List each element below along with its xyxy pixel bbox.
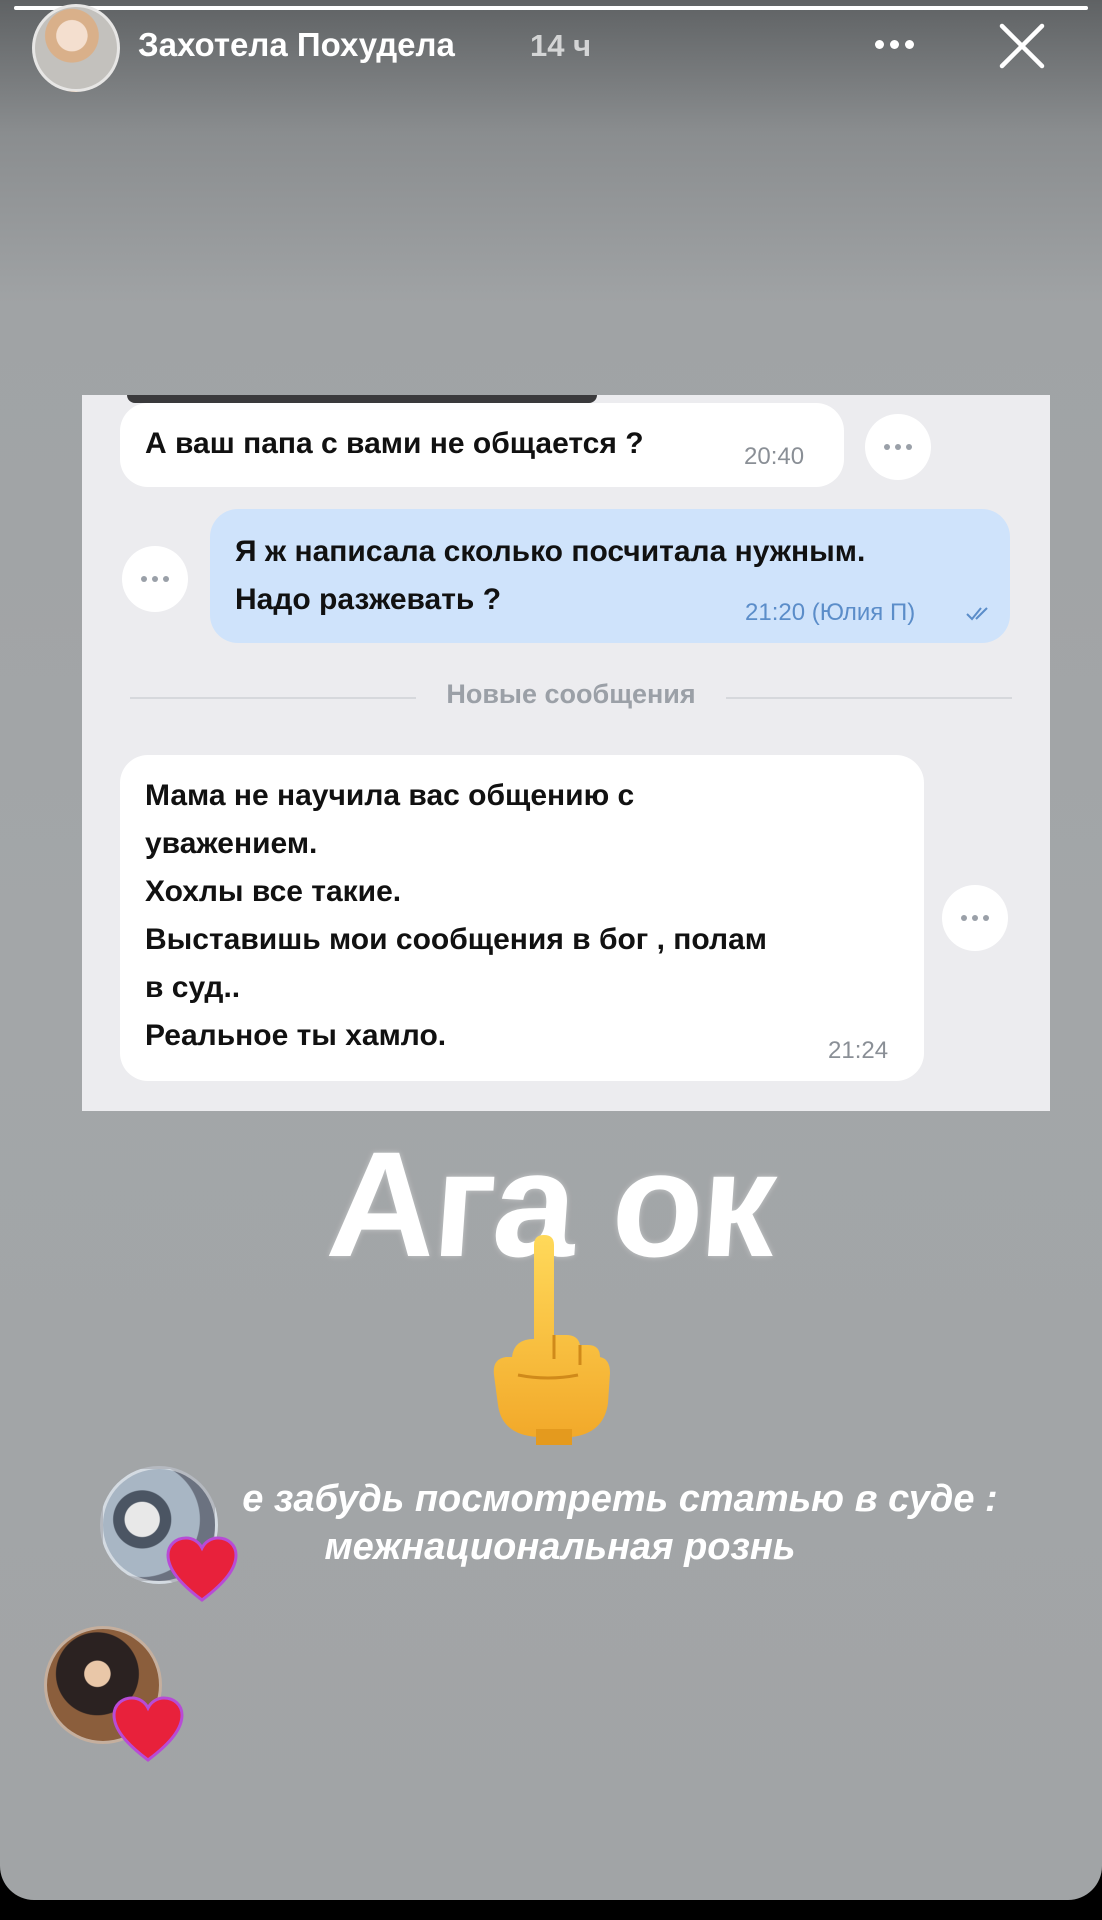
divider-label: Новые сообщения (446, 679, 696, 709)
message-text-line: Надо разжевать ? (235, 583, 502, 616)
author-avatar[interactable] (32, 4, 120, 92)
story-header: Захотела Похудела 14 ч (0, 0, 1102, 96)
new-messages-divider: Новые сообщения (130, 679, 1012, 709)
incoming-message-1: А ваш папа с вами не общается ? 20:40 (120, 403, 844, 487)
story-time-ago: 14 ч (530, 28, 592, 63)
message-text: А ваш папа с вами не общается ? (145, 427, 644, 460)
message-time: 21:20 (Юлия П) (745, 599, 916, 626)
more-horizontal-icon (874, 39, 884, 49)
message-text-line: в суд.. (145, 971, 241, 1004)
outgoing-message-2: Я ж написала сколько посчитала нужным. Н… (210, 509, 1010, 643)
message-text-line: уважением. (145, 827, 318, 860)
message-text-line: Я ж написала сколько посчитала нужным. (235, 535, 866, 568)
message-time: 21:24 (828, 1037, 889, 1064)
chat-screenshot: А ваш папа с вами не общается ? 20:40 Я … (82, 395, 1050, 1111)
more-horizontal-icon (884, 444, 890, 450)
message-text-line: Выставишь мои сообщения в бог , полам (145, 923, 767, 956)
middle-finger-emoji (493, 1235, 610, 1445)
incoming-message-3: Мама не научила вас общению с уважением.… (120, 755, 924, 1081)
author-username[interactable]: Захотела Похудела (138, 26, 455, 64)
message-text-line: Мама не научила вас общению с (145, 779, 635, 812)
panel-top-edge (127, 395, 597, 403)
message-text-line: Хохлы все такие. (145, 875, 402, 908)
more-horizontal-icon (141, 576, 147, 582)
message-actions-button[interactable] (942, 885, 1008, 951)
message-text-line: Реальное ты хамло. (145, 1019, 447, 1052)
more-horizontal-icon (961, 915, 967, 921)
close-icon[interactable] (996, 20, 1048, 72)
heart-icon (112, 1696, 184, 1762)
more-options-button[interactable] (866, 22, 922, 66)
message-time: 20:40 (744, 443, 805, 470)
read-checkmarks-icon (966, 607, 988, 621)
message-actions-button[interactable] (122, 546, 188, 612)
story-caption-line: межнациональная рознь (324, 1526, 796, 1568)
message-actions-button[interactable] (865, 414, 931, 480)
story-caption-line: е забудь посмотреть статью в суде : (242, 1478, 998, 1520)
story-view[interactable]: Захотела Похудела 14 ч А ваш папа с вами… (0, 0, 1102, 1900)
